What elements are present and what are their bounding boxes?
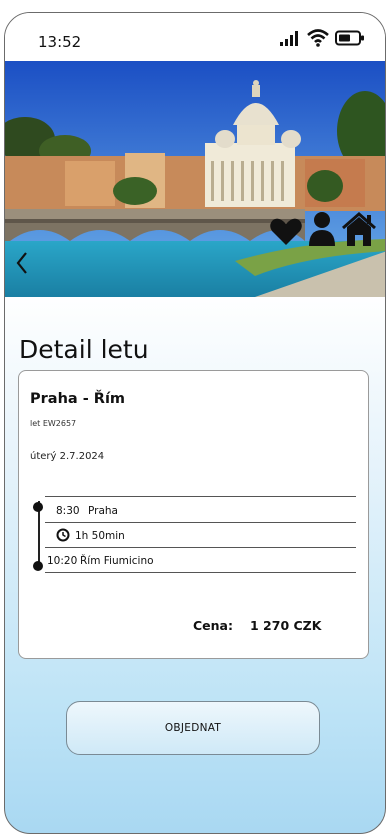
arrival-time: 10:20 <box>47 555 78 567</box>
flight-detail-card: Praha - Řím let EW2657 úterý 2.7.2024 8:… <box>18 370 369 659</box>
signal-icon <box>280 31 298 46</box>
hero-image <box>5 61 385 297</box>
departure-time: 8:30 <box>56 505 80 517</box>
flight-route: Praha - Řím <box>30 391 126 407</box>
status-time: 13:52 <box>38 33 82 51</box>
user-icon[interactable] <box>307 211 337 247</box>
hero-actions <box>269 211 377 247</box>
departure-row: 8:30 Praha <box>45 498 356 523</box>
flight-number: let EW2657 <box>30 419 77 428</box>
wifi-icon <box>307 29 329 47</box>
price-value: 1 270 CZK <box>250 618 322 633</box>
price-label: Cena: <box>193 618 233 633</box>
flight-date: úterý 2.7.2024 <box>30 451 105 462</box>
home-icon[interactable] <box>341 211 377 247</box>
arrival-place: Řím Fiumicino <box>80 555 154 567</box>
phone-frame: 13:52 Detail letu Praha - Řím let EW2657… <box>4 12 386 834</box>
departure-dot <box>33 502 43 512</box>
clock-icon <box>56 528 70 545</box>
arrival-row: 10:20 Řím Fiumicino <box>45 548 356 573</box>
arrival-dot <box>33 561 43 571</box>
order-button[interactable]: OBJEDNAT <box>66 701 320 755</box>
flight-duration: 1h 50min <box>75 530 125 542</box>
rome-photo <box>5 61 385 297</box>
battery-icon <box>335 30 364 46</box>
back-chevron-icon <box>16 252 27 274</box>
heart-icon[interactable] <box>269 217 303 247</box>
departure-place: Praha <box>88 505 118 517</box>
duration-row: 1h 50min <box>45 523 356 548</box>
page-title: Detail letu <box>19 334 149 364</box>
status-bar: 13:52 <box>5 13 385 61</box>
divider <box>45 496 356 497</box>
back-button[interactable] <box>15 251 29 275</box>
status-icons <box>279 29 365 47</box>
